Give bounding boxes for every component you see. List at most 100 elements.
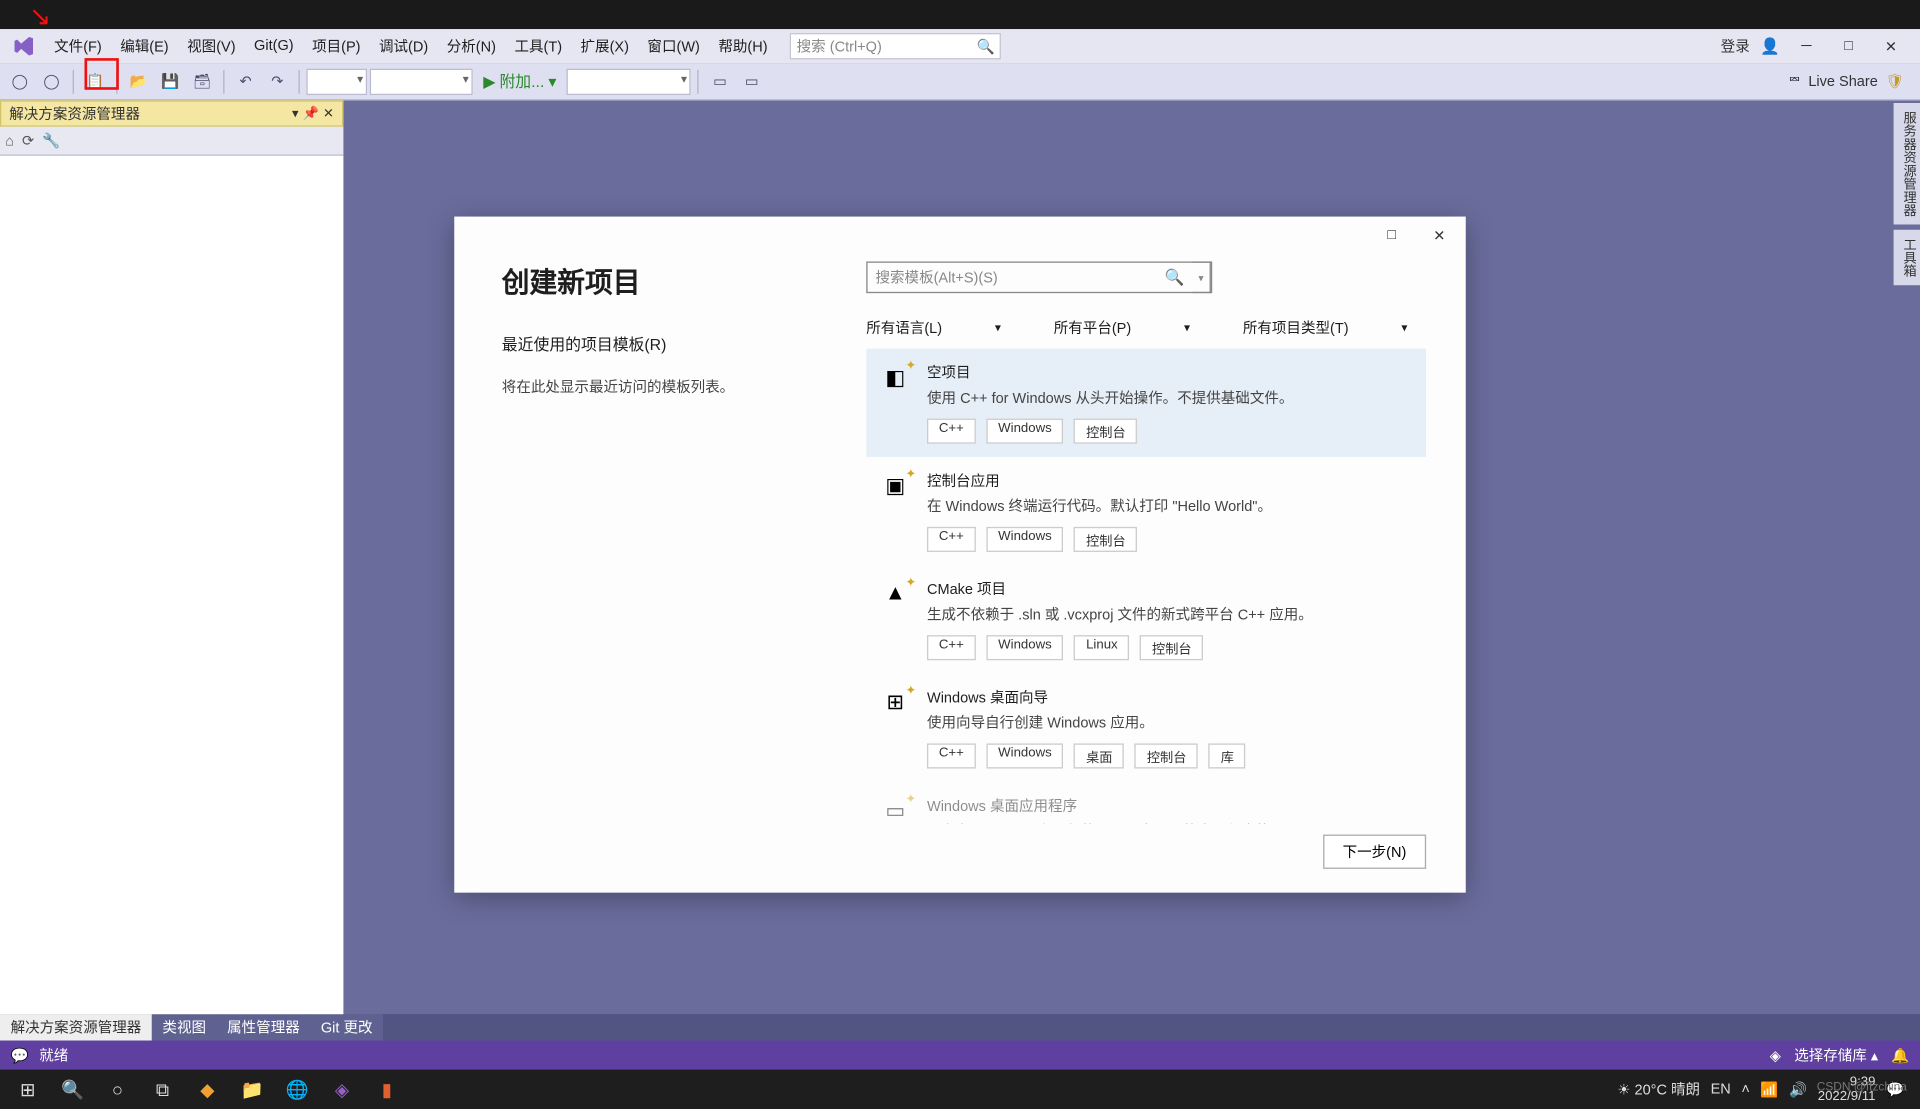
menu-edit[interactable]: 编辑(E) — [111, 29, 178, 63]
template-name: Windows 桌面向导 — [927, 687, 1413, 708]
template-tag: Windows — [986, 743, 1063, 768]
tab-class-view[interactable]: 类视图 — [152, 1014, 217, 1040]
search-dropdown-icon[interactable]: ▾ — [1192, 261, 1210, 293]
template-icon: ▭✦ — [879, 795, 911, 824]
template-item[interactable]: ◧✦空项目使用 C++ for Windows 从头开始操作。不提供基础文件。C… — [866, 349, 1426, 457]
redo-icon[interactable]: ↷ — [263, 67, 292, 96]
window-close-button[interactable]: ✕ — [1875, 33, 1907, 59]
ime-indicator[interactable]: EN — [1711, 1081, 1731, 1097]
config-combo[interactable] — [306, 68, 367, 94]
panel-pin-icon[interactable]: 📌 — [303, 106, 319, 121]
notifications-icon[interactable]: 🔔 — [1891, 1046, 1909, 1063]
menu-git[interactable]: Git(G) — [245, 29, 303, 63]
status-ready: 就绪 — [39, 1045, 68, 1066]
template-tag: C++ — [927, 635, 976, 660]
right-collapsed-panels: 服务器资源管理器 工具箱 — [1894, 100, 1920, 285]
repo-selector[interactable]: 选择存储库 ▴ — [1794, 1045, 1878, 1066]
menu-window[interactable]: 窗口(W) — [638, 29, 709, 63]
menu-analyze[interactable]: 分析(N) — [437, 29, 505, 63]
app-visualstudio[interactable]: ◈ — [320, 1071, 365, 1108]
tab-solution-explorer[interactable]: 解决方案资源管理器 — [0, 1014, 152, 1040]
bottom-tabs: 解决方案资源管理器 类视图 属性管理器 Git 更改 — [0, 1014, 1920, 1040]
comments-icon[interactable]: 💬 — [11, 1046, 29, 1063]
tool-icon-1[interactable]: ▭ — [706, 67, 735, 96]
template-desc: 使用 C++ for Windows 从头开始操作。不提供基础文件。 — [927, 387, 1413, 408]
liveshare-button[interactable]: Live Share — [1808, 73, 1877, 89]
new-project-icon[interactable]: 📋 — [81, 67, 110, 96]
dialog-title: 创建新项目 — [502, 261, 840, 301]
next-button[interactable]: 下一步(N) — [1323, 835, 1426, 869]
dialog-close-button[interactable]: ✕ — [1421, 219, 1458, 251]
tab-property-manager[interactable]: 属性管理器 — [217, 1014, 311, 1040]
start-button[interactable]: ⊞ — [5, 1071, 50, 1108]
undo-icon[interactable]: ↶ — [231, 67, 260, 96]
login-link[interactable]: 登录 — [1721, 36, 1750, 57]
panel-title: 解决方案资源管理器 — [9, 103, 140, 124]
template-name: CMake 项目 — [927, 578, 1413, 599]
target-combo[interactable] — [567, 68, 691, 94]
tray-network-icon[interactable]: 📶 — [1760, 1081, 1778, 1098]
menu-extensions[interactable]: 扩展(X) — [571, 29, 638, 63]
app-explorer[interactable]: 📁 — [230, 1071, 275, 1108]
save-all-icon[interactable]: 🗃 — [188, 67, 217, 96]
taskbar-search-icon[interactable]: 🔍 — [50, 1071, 95, 1108]
tray-volume-icon[interactable]: 🔊 — [1789, 1081, 1807, 1098]
weather-widget[interactable]: ☀ 20°C 晴朗 — [1617, 1079, 1700, 1100]
search-icon: 🔍 — [1165, 268, 1185, 286]
app-sublime[interactable]: ◆ — [185, 1071, 230, 1108]
menu-file[interactable]: 文件(F) — [45, 29, 111, 63]
window-minimize-button[interactable]: ─ — [1791, 33, 1823, 59]
window-maximize-button[interactable]: □ — [1833, 33, 1865, 59]
menu-tools[interactable]: 工具(T) — [505, 29, 571, 63]
menu-project[interactable]: 项目(P) — [303, 29, 370, 63]
panel-tool-icon[interactable]: 🔧 — [42, 132, 60, 149]
save-icon[interactable]: 💾 — [156, 67, 185, 96]
filter-language[interactable]: 所有语言(L) — [866, 317, 1001, 338]
template-tag: C++ — [927, 527, 976, 552]
global-search-input[interactable]: 搜索 (Ctrl+Q) 🔍 — [790, 33, 1001, 59]
menu-help[interactable]: 帮助(H) — [709, 29, 777, 63]
app-chrome[interactable]: 🌐 — [275, 1071, 320, 1108]
template-search-input[interactable]: 搜索模板(Alt+S)(S) 🔍 ▾ — [866, 261, 1212, 293]
dialog-maximize-button[interactable]: □ — [1373, 219, 1410, 251]
filter-platform[interactable]: 所有平台(P) — [1054, 317, 1190, 338]
server-explorer-tab[interactable]: 服务器资源管理器 — [1894, 103, 1920, 224]
template-tag: Windows — [986, 419, 1063, 444]
user-icon[interactable]: 👤 — [1760, 37, 1780, 55]
template-desc: 具有在 Windows 上运行的图形用户界面的应用程序的项目。 — [927, 820, 1413, 824]
template-icon: ▣✦ — [879, 470, 911, 502]
template-tag: C++ — [927, 419, 976, 444]
template-tag: 控制台 — [1074, 527, 1137, 552]
template-desc: 生成不依赖于 .sln 或 .vcxproj 文件的新式跨平台 C++ 应用。 — [927, 603, 1413, 624]
taskview-icon[interactable]: ⧉ — [140, 1071, 185, 1108]
admin-icon[interactable]: 🛡 — [1886, 73, 1904, 90]
panel-home-icon[interactable]: ⌂ — [5, 133, 14, 149]
app-other[interactable]: ▮ — [364, 1071, 409, 1108]
tab-git-changes[interactable]: Git 更改 — [310, 1014, 383, 1040]
template-tag: 控制台 — [1074, 419, 1137, 444]
filter-type[interactable]: 所有项目类型(T) — [1243, 317, 1408, 338]
panel-dropdown-icon[interactable]: ▾ — [292, 106, 299, 121]
nav-back-icon[interactable]: ◯ — [5, 67, 34, 96]
template-tag: 控制台 — [1140, 635, 1203, 660]
nav-fwd-icon[interactable]: ◯ — [37, 67, 66, 96]
attach-button[interactable]: ▶ 附加... ▾ — [475, 70, 564, 92]
template-item[interactable]: ▭✦Windows 桌面应用程序具有在 Windows 上运行的图形用户界面的应… — [866, 782, 1426, 824]
template-item[interactable]: ▲✦CMake 项目生成不依赖于 .sln 或 .vcxproj 文件的新式跨平… — [866, 565, 1426, 673]
template-icon: ◧✦ — [879, 362, 911, 394]
tool-icon-2[interactable]: ▭ — [737, 67, 766, 96]
open-file-icon[interactable]: 📂 — [124, 67, 153, 96]
menu-debug[interactable]: 调试(D) — [370, 29, 438, 63]
platform-combo[interactable] — [370, 68, 473, 94]
menu-view[interactable]: 视图(V) — [178, 29, 245, 63]
template-item[interactable]: ⊞✦Windows 桌面向导使用向导自行创建 Windows 应用。C++Win… — [866, 673, 1426, 781]
cortana-icon[interactable]: ○ — [95, 1071, 140, 1108]
panel-body — [0, 156, 343, 1014]
repo-icon: ◈ — [1770, 1046, 1781, 1063]
panel-close-icon[interactable]: ✕ — [323, 106, 334, 121]
toolbox-tab[interactable]: 工具箱 — [1894, 230, 1920, 285]
liveshare-icon[interactable]: ⮹ — [1789, 73, 1801, 90]
panel-sync-icon[interactable]: ⟳ — [22, 132, 34, 149]
tray-chevron-icon[interactable]: ˄ — [1741, 1081, 1750, 1097]
template-item[interactable]: ▣✦控制台应用在 Windows 终端运行代码。默认打印 "Hello Worl… — [866, 457, 1426, 565]
